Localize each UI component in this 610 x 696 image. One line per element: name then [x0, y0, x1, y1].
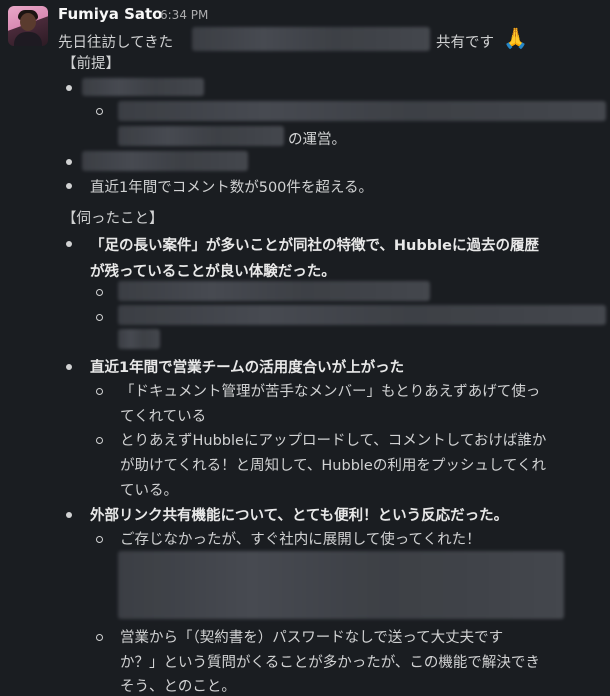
redacted-premise-1-detail: [118, 101, 606, 121]
point3-sub2-line3: そう、とのこと。: [120, 679, 236, 695]
redacted-point1-detail-2: [118, 305, 606, 325]
redacted-premise-2: [82, 151, 248, 171]
redacted-premise-1: [82, 78, 204, 96]
premise-comments: 直近1年間でコメント数が500件を超える。: [90, 180, 373, 196]
premise-operation-suffix: の運営。: [288, 132, 346, 148]
pray-emoji-icon[interactable]: 🙏: [503, 26, 528, 50]
point1-line2: が残っていることが良い体験だった。: [90, 264, 336, 280]
sub-bullet-icon: [96, 289, 103, 296]
point2-sub2-line2: が助けてくれる！と周知して、Hubbleの利用をプッシュしてくれ: [120, 458, 546, 474]
redacted-premise-1-detail-2: [118, 126, 284, 146]
avatar-face: [20, 13, 36, 31]
sub-bullet-icon: [96, 536, 103, 543]
avatar-body: [14, 32, 42, 46]
point2: 直近1年間で営業チームの活用度合いが上がった: [90, 360, 405, 376]
redacted-company-name: [192, 27, 430, 51]
author-name[interactable]: Fumiya Sato: [58, 5, 162, 23]
bullet-icon: [66, 85, 72, 91]
redacted-point1-detail-3: [118, 329, 160, 349]
redacted-point1-detail-1: [118, 281, 430, 301]
point2-sub2-line1: とりあえずHubbleにアップロードして、コメントしておけば誰か: [120, 433, 547, 449]
sub-bullet-icon: [96, 388, 103, 395]
point3-sub2-line1: 営業から「（契約書を）パスワードなしで送って大丈夫です: [120, 630, 504, 646]
point3-sub2-line2: か？」という質問がくることが多かったが、この機能で解決でき: [120, 655, 540, 671]
point3-sub1: ご存じなかったが、すぐ社内に展開して使ってくれた！: [120, 532, 481, 548]
sub-bullet-icon: [96, 314, 103, 321]
redacted-screenshot-image: [118, 551, 564, 619]
point2-sub1-line1: 「ドキュメント管理が苦手なメンバー」もとりあえずあげて使っ: [120, 384, 541, 400]
avatar[interactable]: [8, 6, 48, 46]
section-premise-heading: 【前提】: [62, 56, 120, 72]
intro-text-end: 共有です: [436, 35, 494, 51]
bullet-icon: [66, 364, 72, 370]
message-timestamp[interactable]: 6:34 PM: [160, 8, 208, 22]
point2-sub2-line3: ている。: [120, 483, 178, 499]
sub-bullet-icon: [96, 634, 103, 641]
sub-bullet-icon: [96, 108, 103, 115]
point2-sub1-line2: てくれている: [120, 409, 207, 425]
bullet-icon: [66, 183, 72, 189]
sub-bullet-icon: [96, 437, 103, 444]
section-heard-heading: 【伺ったこと】: [62, 211, 164, 227]
bullet-icon: [66, 159, 72, 165]
intro-text-start: 先日往訪してきた: [58, 35, 174, 51]
point3: 外部リンク共有機能について、とても便利！という反応だった。: [90, 508, 509, 524]
bullet-icon: [66, 512, 72, 518]
bullet-icon: [66, 241, 72, 247]
point1-line1: 「足の長い案件」が多いことが同社の特徴で、Hubbleに過去の履歴: [90, 238, 539, 254]
